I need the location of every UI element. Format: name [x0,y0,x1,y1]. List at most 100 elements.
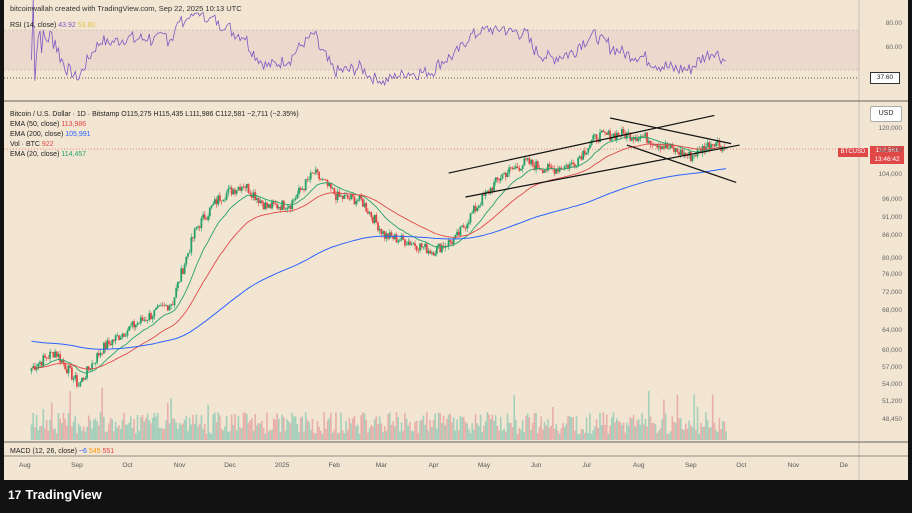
volume-bar [281,414,283,440]
candle-body [365,203,368,212]
volume-bar [128,422,130,440]
volume-bar [498,430,500,440]
candle-body [178,281,181,283]
candle-body [74,375,77,379]
volume-bar [600,425,603,440]
candle-body [417,250,420,251]
volume-bar [298,432,300,440]
volume-bar [568,416,571,440]
volume-bar [106,431,109,440]
candle-body [430,252,433,254]
volume-bar [723,421,726,440]
volume-bar [427,430,430,440]
time-tick-label: Sep [685,462,697,469]
candle-body [219,195,221,201]
volume-bar [610,417,613,440]
volume-bar [277,418,280,440]
volume-bar [180,424,183,440]
price-tick-label: 68,000 [882,307,902,315]
candle-body [249,192,252,195]
candle-body [282,200,285,210]
candle-body [622,129,625,134]
volume-bar [175,422,177,440]
volume-bar [357,424,359,440]
wedge-upper-trendline [609,117,732,145]
volume-bar [671,416,674,440]
volume-bar [552,406,554,440]
volume-bar [454,430,457,440]
candle-body [313,173,315,174]
candle-body [55,351,58,357]
volume-bar [521,419,524,440]
candle-body [298,187,300,195]
volume-bar [358,433,361,440]
price-tick-label: 91,000 [882,213,902,221]
volume-bar [513,395,516,440]
candle-body [203,214,206,220]
volume-bar [283,417,285,440]
volume-bar [246,413,248,440]
volume-bar [484,421,487,440]
volume-bar [202,428,204,440]
volume-bar [631,418,633,440]
volume-bar [452,417,455,440]
volume-bar [575,416,578,440]
candle-body [515,166,517,169]
volume-bar [387,414,389,440]
candle-body [491,187,494,191]
volume-bar [535,412,537,440]
volume-bar [247,422,250,440]
candle-body [212,203,215,206]
volume-bar [545,425,547,440]
candle-body [415,245,418,251]
volume-bar [185,415,188,440]
volume-bar [219,415,221,440]
currency-button[interactable]: USD [870,106,902,122]
volume-bar [91,428,93,440]
time-tick-label: Oct [736,462,747,469]
candle-body [350,194,352,200]
volume-bar [61,422,63,440]
candle-body [407,241,410,245]
volume-bar [59,418,61,440]
time-tick-label: 2025 [274,462,290,469]
candle-body [594,134,596,136]
candle-body [375,214,378,223]
volume-bar [113,431,115,440]
volume-bar [617,420,620,440]
volume-bar [52,429,55,440]
candle-body [383,231,386,239]
tradingview-mark-icon: 17 [8,488,22,502]
ema20-label: EMA (20, close) [10,151,60,158]
candle-body [464,227,467,229]
time-tick-label: May [477,462,491,469]
volume-bar [50,402,53,440]
price-tick-label: 51,200 [882,398,902,406]
candle-body [153,309,156,317]
volume-bar [215,422,218,440]
candle-body [508,167,511,174]
volume-bar [590,433,593,440]
tradingview-logo[interactable]: 17 TradingView [8,487,102,502]
volume-bar [111,419,114,440]
candle-body [437,243,440,246]
volume-bar [123,412,125,440]
volume-bar [353,415,356,440]
volume-bar [431,427,433,440]
volume-bar [96,421,98,440]
volume-bar [229,430,231,440]
volume-bar [271,429,273,440]
volume-bar [481,432,484,440]
candle-body [185,256,188,265]
chart-canvas[interactable] [4,0,908,480]
volume-bar [555,424,558,440]
volume-bar [718,418,721,440]
candle-body [306,179,309,180]
candle-body [227,188,230,193]
volume-bar [605,414,608,440]
volume-bar [378,416,381,440]
volume-bar [101,387,103,440]
candle-body [503,172,506,174]
candle-body [471,212,474,214]
volume-bar [266,412,268,440]
